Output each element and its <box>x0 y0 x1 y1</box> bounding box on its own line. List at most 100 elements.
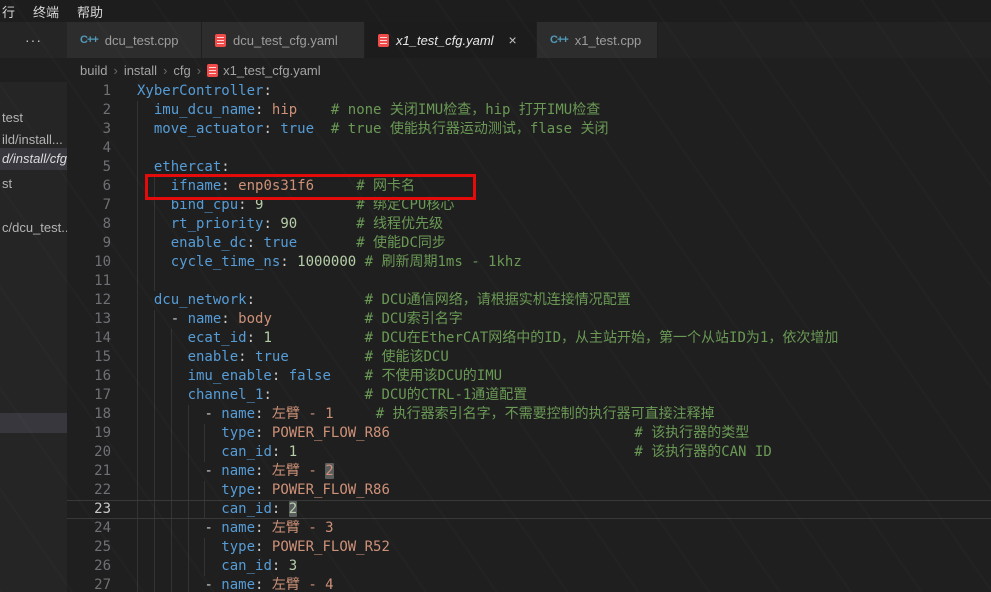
sidebar-item[interactable]: st <box>0 173 67 195</box>
code-line-content[interactable]: bind_cpu: 9 # 绑定CPU核心 <box>125 196 991 215</box>
line-number[interactable]: 22 <box>67 481 125 500</box>
line-number[interactable]: 13 <box>67 310 125 329</box>
code-line[interactable]: 20 can_id: 1 # 该执行器的CAN ID <box>67 443 991 462</box>
code-line[interactable]: 3 move_actuator: true # true 使能执行器运动测试，f… <box>67 120 991 139</box>
line-number[interactable]: 8 <box>67 215 125 234</box>
code-line-content[interactable]: imu_dcu_name: hip # none 关闭IMU检查，hip 打开I… <box>125 101 991 120</box>
tab-close-icon[interactable]: × <box>509 32 517 48</box>
code-line-content[interactable]: ethercat: <box>125 158 991 177</box>
line-number[interactable]: 16 <box>67 367 125 386</box>
code-line-content[interactable]: - name: 左臂 - 2 <box>125 462 991 481</box>
code-line-content[interactable]: move_actuator: true # true 使能执行器运动测试，fla… <box>125 120 991 139</box>
code-line-content[interactable]: dcu_network: # DCU通信网络，请根据实机连接情况配置 <box>125 291 991 310</box>
code-line-content[interactable]: channel_1: # DCU的CTRL-1通道配置 <box>125 386 991 405</box>
breadcrumb-item-cfg[interactable]: cfg <box>173 63 190 78</box>
line-number[interactable]: 27 <box>67 576 125 592</box>
code-line[interactable]: 4 <box>67 139 991 158</box>
code-line[interactable]: 9 enable_dc: true # 使能DC同步 <box>67 234 991 253</box>
line-number[interactable]: 7 <box>67 196 125 215</box>
sidebar-item[interactable]: test <box>0 107 67 129</box>
code-line[interactable]: 27 - name: 左臂 - 4 <box>67 576 991 592</box>
code-line-content[interactable]: type: POWER_FLOW_R52 <box>125 538 991 557</box>
tab-x1_test_cfg.yaml[interactable]: x1_test_cfg.yaml× <box>365 22 537 58</box>
code-line[interactable]: 7 bind_cpu: 9 # 绑定CPU核心 <box>67 196 991 215</box>
line-number[interactable]: 2 <box>67 101 125 120</box>
code-line[interactable]: 19 type: POWER_FLOW_R86 # 该执行器的类型 <box>67 424 991 443</box>
line-number[interactable]: 23 <box>67 501 125 518</box>
tab-dcu_test.cpp[interactable]: C++dcu_test.cpp <box>67 22 202 58</box>
code-line[interactable]: 25 type: POWER_FLOW_R52 <box>67 538 991 557</box>
code-line[interactable]: 2 imu_dcu_name: hip # none 关闭IMU检查，hip 打… <box>67 101 991 120</box>
code-line-content[interactable]: imu_enable: false # 不使用该DCU的IMU <box>125 367 991 386</box>
line-number[interactable]: 12 <box>67 291 125 310</box>
code-editor[interactable]: 1XyberController:2 imu_dcu_name: hip # n… <box>67 82 991 592</box>
code-line-content[interactable]: XyberController: <box>125 82 991 101</box>
line-number[interactable]: 18 <box>67 405 125 424</box>
line-number[interactable]: 20 <box>67 443 125 462</box>
code-line-content[interactable]: cycle_time_ns: 1000000 # 刷新周期1ms - 1khz <box>125 253 991 272</box>
code-line-content[interactable]: can_id: 1 # 该执行器的CAN ID <box>125 443 991 462</box>
line-number[interactable]: 26 <box>67 557 125 576</box>
line-number[interactable]: 10 <box>67 253 125 272</box>
tab-x1_test.cpp[interactable]: C++x1_test.cpp <box>537 22 658 58</box>
tab-dcu_test_cfg.yaml[interactable]: dcu_test_cfg.yaml <box>202 22 365 58</box>
code-line[interactable]: 10 cycle_time_ns: 1000000 # 刷新周期1ms - 1k… <box>67 253 991 272</box>
sidebar-item[interactable]: c/dcu_test... <box>0 217 67 239</box>
breadcrumb-item-install[interactable]: install <box>124 63 157 78</box>
code-line[interactable]: 22 type: POWER_FLOW_R86 <box>67 481 991 500</box>
code-line[interactable]: 18 - name: 左臂 - 1 # 执行器索引名字，不需要控制的执行器可直接… <box>67 405 991 424</box>
code-line[interactable]: 21 - name: 左臂 - 2 <box>67 462 991 481</box>
code-line[interactable]: 26 can_id: 3 <box>67 557 991 576</box>
code-line[interactable]: 8 rt_priority: 90 # 线程优先级 <box>67 215 991 234</box>
line-number[interactable]: 15 <box>67 348 125 367</box>
menu-item-帮助[interactable]: 帮助 <box>68 2 112 21</box>
menu-item-行[interactable]: 行 <box>0 2 24 21</box>
line-number[interactable]: 25 <box>67 538 125 557</box>
code-line-content[interactable]: rt_priority: 90 # 线程优先级 <box>125 215 991 234</box>
code-line-content[interactable]: type: POWER_FLOW_R86 # 该执行器的类型 <box>125 424 991 443</box>
code-line-content[interactable] <box>125 139 991 158</box>
code-line-content[interactable]: ifname: enp0s31f6 # 网卡名 <box>125 177 991 196</box>
code-line[interactable]: 16 imu_enable: false # 不使用该DCU的IMU <box>67 367 991 386</box>
line-number[interactable]: 24 <box>67 519 125 538</box>
code-line-content[interactable]: can_id: 3 <box>125 557 991 576</box>
code-line[interactable]: 17 channel_1: # DCU的CTRL-1通道配置 <box>67 386 991 405</box>
line-number[interactable]: 11 <box>67 272 125 291</box>
breadcrumb-file[interactable]: x1_test_cfg.yaml <box>207 63 321 78</box>
tabs-overflow-button[interactable]: ··· <box>0 22 67 58</box>
sidebar-item[interactable]: d/install/cfg <box>0 148 67 170</box>
line-number[interactable]: 17 <box>67 386 125 405</box>
code-line[interactable]: 24 - name: 左臂 - 3 <box>67 519 991 538</box>
line-number[interactable]: 1 <box>67 82 125 101</box>
code-line[interactable]: 1XyberController: <box>67 82 991 101</box>
code-line[interactable]: 23 can_id: 2 <box>67 500 991 519</box>
menu-item-终端[interactable]: 终端 <box>24 2 68 21</box>
code-token <box>331 368 365 384</box>
line-number[interactable]: 21 <box>67 462 125 481</box>
code-line[interactable]: 6 ifname: enp0s31f6 # 网卡名 <box>67 177 991 196</box>
code-line-content[interactable]: - name: 左臂 - 1 # 执行器索引名字，不需要控制的执行器可直接注释掉 <box>125 405 991 424</box>
code-line-content[interactable]: - name: body # DCU索引名字 <box>125 310 991 329</box>
breadcrumb-item-build[interactable]: build <box>80 63 107 78</box>
code-line[interactable]: 15 enable: true # 使能该DCU <box>67 348 991 367</box>
line-number[interactable]: 5 <box>67 158 125 177</box>
line-number[interactable]: 19 <box>67 424 125 443</box>
code-line-content[interactable]: ecat_id: 1 # DCU在EtherCAT网络中的ID，从主站开始，第一… <box>125 329 991 348</box>
line-number[interactable]: 3 <box>67 120 125 139</box>
line-number[interactable]: 14 <box>67 329 125 348</box>
code-line-content[interactable]: - name: 左臂 - 4 <box>125 576 991 592</box>
code-line[interactable]: 14 ecat_id: 1 # DCU在EtherCAT网络中的ID，从主站开始… <box>67 329 991 348</box>
code-line-content[interactable]: enable_dc: true # 使能DC同步 <box>125 234 991 253</box>
code-line-content[interactable]: type: POWER_FLOW_R86 <box>125 481 991 500</box>
code-line[interactable]: 5 ethercat: <box>67 158 991 177</box>
code-line-content[interactable] <box>125 272 991 291</box>
code-line[interactable]: 13 - name: body # DCU索引名字 <box>67 310 991 329</box>
code-line-content[interactable]: can_id: 2 <box>125 501 991 518</box>
code-line-content[interactable]: enable: true # 使能该DCU <box>125 348 991 367</box>
code-line[interactable]: 11 <box>67 272 991 291</box>
code-line-content[interactable]: - name: 左臂 - 3 <box>125 519 991 538</box>
line-number[interactable]: 6 <box>67 177 125 196</box>
code-line[interactable]: 12 dcu_network: # DCU通信网络，请根据实机连接情况配置 <box>67 291 991 310</box>
line-number[interactable]: 4 <box>67 139 125 158</box>
line-number[interactable]: 9 <box>67 234 125 253</box>
